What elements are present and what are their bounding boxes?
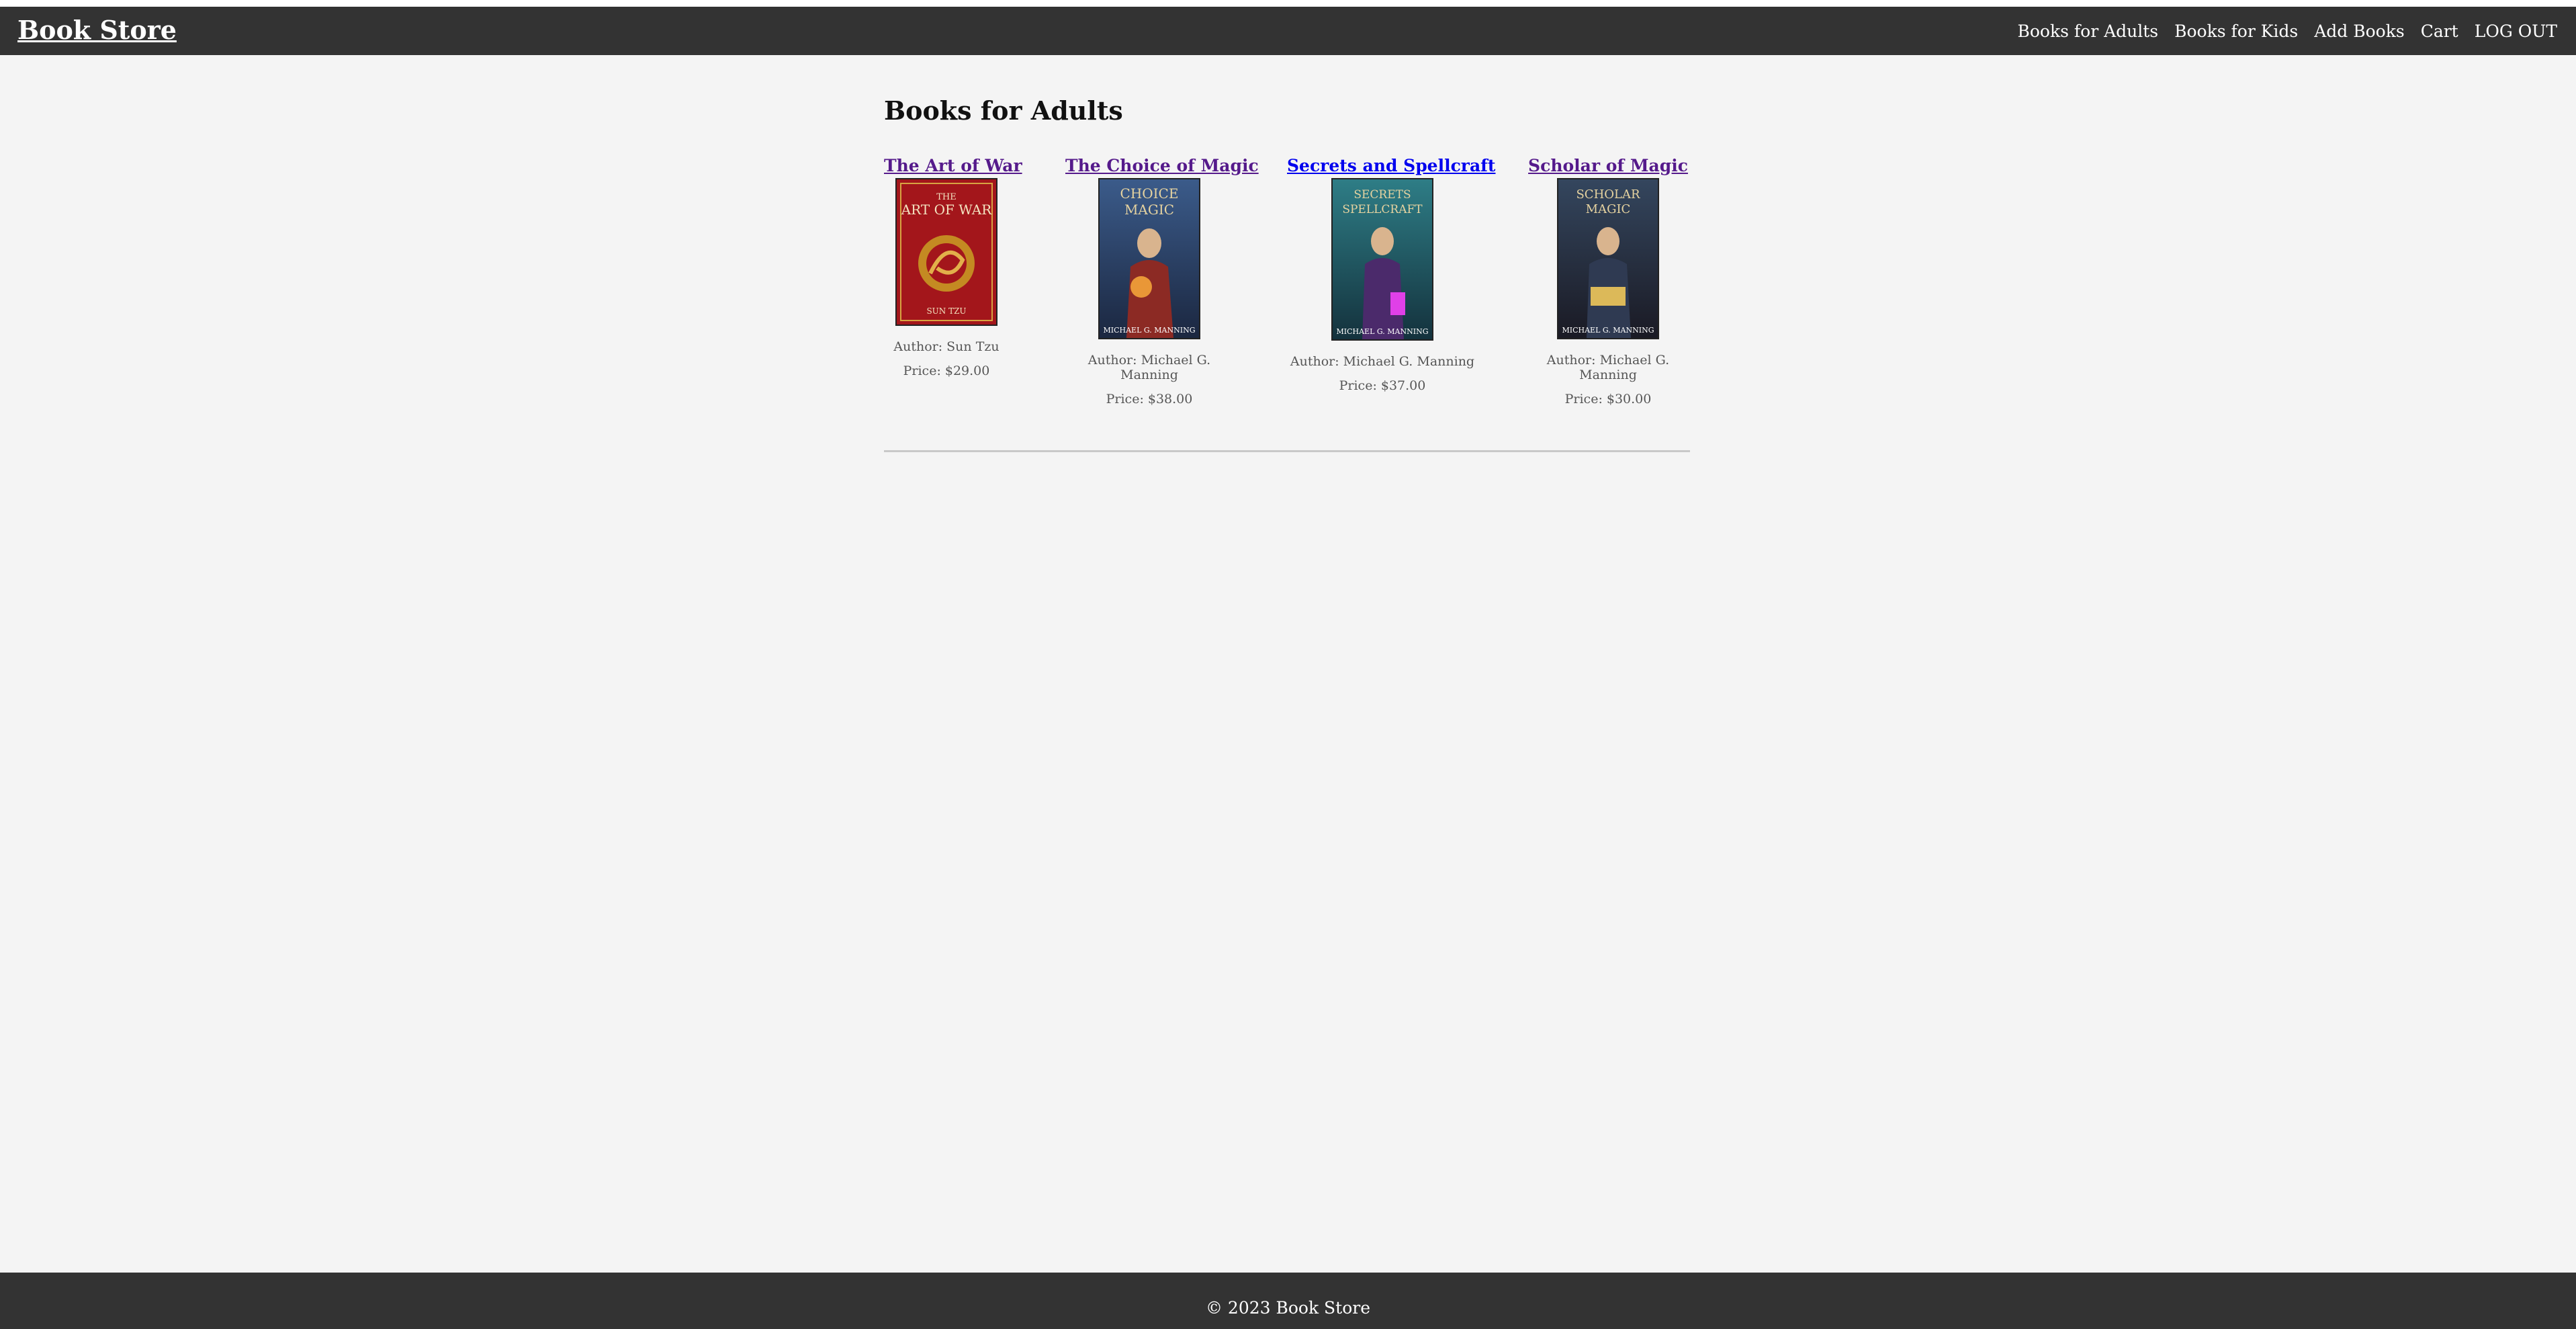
nav-cart[interactable]: Cart	[2421, 22, 2458, 41]
book-price: Price: $37.00	[1339, 378, 1426, 393]
top-strip	[0, 0, 2576, 7]
book-card: The Art of War THE ART OF WAR SUN TZU Au…	[884, 156, 1022, 378]
cover-text: MICHAEL G. MANNING	[1104, 326, 1196, 335]
cover-text: THE	[936, 192, 957, 202]
site-header: Book Store Books for Adults Books for Ki…	[0, 7, 2576, 55]
book-title-link[interactable]: The Choice of Magic	[1065, 156, 1259, 175]
book-cover-image[interactable]: THE ART OF WAR SUN TZU	[897, 179, 996, 325]
main-content: Books for Adults The Art of War THE ART …	[884, 55, 1690, 445]
brand-link[interactable]: Book Store	[17, 15, 177, 45]
cover-text: SCHOLAR	[1576, 187, 1640, 202]
book-cover-image[interactable]: SECRETS SPELLCRAFT MICHAEL G. MANNING	[1333, 179, 1432, 339]
nav-add-books[interactable]: Add Books	[2314, 22, 2404, 41]
book-price: Price: $30.00	[1564, 392, 1652, 406]
cover-text: MAGIC	[1586, 202, 1631, 216]
cover-text: CHOICE	[1120, 185, 1179, 202]
footer-copyright: © 2023 Book Store	[1205, 1298, 1371, 1318]
book-author: Author: Michael G. Manning	[1290, 354, 1475, 369]
cover-text: MAGIC	[1124, 202, 1174, 218]
cover-text: ART OF WAR	[901, 202, 992, 218]
book-title-link[interactable]: Secrets and Spellcraft	[1287, 156, 1495, 175]
book-card: Scholar of Magic SCHOLAR MAGIC MICHAEL G…	[1526, 156, 1690, 406]
book-author: Author: Sun Tzu	[893, 339, 1000, 354]
book-card: The Choice of Magic CHOICE MAGIC MICHAEL…	[1065, 156, 1259, 406]
book-card: Secrets and Spellcraft SECRETS SPELLCRAF…	[1287, 156, 1495, 393]
book-title-link[interactable]: The Art of War	[884, 156, 1022, 175]
nav-log-out[interactable]: LOG OUT	[2475, 22, 2557, 41]
cover-text: SECRETS	[1353, 188, 1411, 202]
book-title-link[interactable]: Scholar of Magic	[1526, 156, 1690, 175]
cover-text: MICHAEL G. MANNING	[1562, 326, 1654, 335]
book-cover-image[interactable]: SCHOLAR MAGIC MICHAEL G. MANNING	[1558, 179, 1658, 338]
book-author: Author: Michael G. Manning	[1546, 353, 1670, 382]
book-price: Price: $29.00	[903, 363, 990, 378]
section-divider	[884, 450, 1690, 452]
cover-text: SPELLCRAFT	[1342, 203, 1423, 216]
cover-text: SUN TZU	[926, 306, 966, 316]
book-author: Author: Michael G. Manning	[1087, 353, 1211, 382]
book-price: Price: $38.00	[1106, 392, 1193, 406]
book-grid: The Art of War THE ART OF WAR SUN TZU Au…	[884, 156, 1690, 445]
page-title: Books for Adults	[884, 95, 1123, 126]
nav-books-for-adults[interactable]: Books for Adults	[2017, 22, 2158, 41]
main-nav: Books for Adults Books for Kids Add Book…	[2017, 22, 2557, 41]
nav-books-for-kids[interactable]: Books for Kids	[2174, 22, 2298, 41]
book-cover-image[interactable]: CHOICE MAGIC MICHAEL G. MANNING	[1100, 179, 1199, 338]
site-footer: © 2023 Book Store	[0, 1273, 2576, 1329]
cover-text: MICHAEL G. MANNING	[1337, 327, 1429, 336]
